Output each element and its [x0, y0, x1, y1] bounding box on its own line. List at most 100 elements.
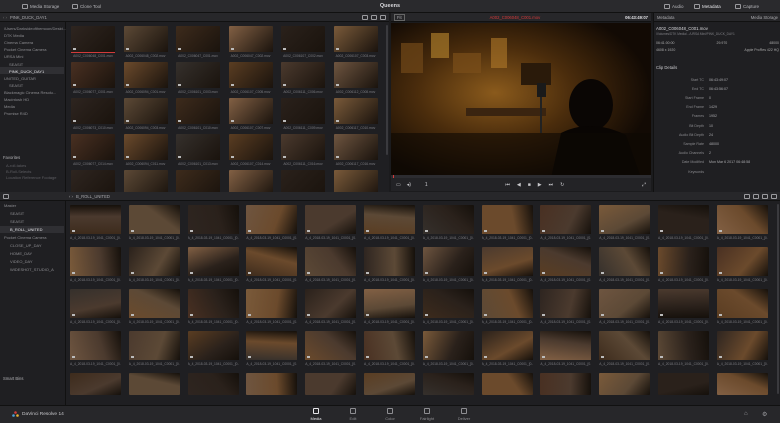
- clip-thumbnail[interactable]: A_4_2018-03-19_1041_C0001_[0...: [658, 247, 709, 282]
- clip-thumbnail[interactable]: A002_C006048_C001.mov: [71, 26, 115, 58]
- storage-tree-item[interactable]: SEASIT: [9, 62, 23, 67]
- favorites-item[interactable]: A-roll-takes: [6, 163, 26, 168]
- clip-thumbnail[interactable]: A_4_2018-03-19_1041_C0001_[0...: [422, 247, 474, 282]
- clip-thumbnail[interactable]: A_4_2018-03-19_1041_C0001_[0...: [128, 247, 180, 282]
- clip-thumbnail[interactable]: A002_C006107_C007.mov: [228, 98, 273, 130]
- clip-thumbnail[interactable]: A_4_2018-03-19_1041_C0001_[0...: [305, 247, 357, 282]
- metadata-value[interactable]: 06:43:49:07: [709, 78, 728, 82]
- capture-toggle[interactable]: Capture: [735, 3, 759, 10]
- clip-thumbnail[interactable]: A_4_2018-03-19_1041_C0001_[0...: [481, 205, 533, 240]
- clip-thumbnail[interactable]: [246, 373, 298, 395]
- clip-thumbnail[interactable]: A002_C006107_C003.mov: [333, 26, 378, 58]
- metadata-value[interactable]: 1952: [709, 114, 717, 118]
- page-tab-edit[interactable]: Edit: [341, 408, 365, 421]
- grid-view-icon[interactable]: [744, 193, 750, 199]
- clip-thumbnail[interactable]: [658, 373, 709, 395]
- clip-thumbnail[interactable]: [599, 373, 651, 395]
- clip-thumbnail[interactable]: A_4_2018-03-19_1041_C0001_[0...: [70, 247, 121, 282]
- play-icon[interactable]: ▶: [538, 182, 542, 188]
- go-to-start-icon[interactable]: ⏮: [505, 182, 510, 188]
- bin-tree-item[interactable]: VIDEO_DAY: [10, 259, 33, 264]
- clip-thumbnail[interactable]: A_4_2018-03-19_1041_C0001_[0...: [305, 331, 357, 366]
- clip-thumbnail[interactable]: A_4_2018-03-19_1041_C0001_[0...: [540, 205, 592, 240]
- bin-list-icon[interactable]: [3, 193, 9, 199]
- back-arrow-icon[interactable]: ‹ ›: [3, 15, 7, 20]
- metadata-value[interactable]: 06:43:56:07: [709, 87, 728, 91]
- clip-thumbnail[interactable]: A_4_2018-03-19_1041_C0001_[0...: [599, 289, 651, 324]
- clip-thumbnail[interactable]: A002_C006047_C002.mov: [228, 26, 273, 58]
- clip-thumbnail[interactable]: A_4_2018-03-19_1041_C0001_[0...: [246, 331, 298, 366]
- clip-thumbnail[interactable]: A002_C006094_C011.mov: [123, 134, 168, 166]
- storage-tree-item[interactable]: Media: [4, 104, 15, 109]
- clip-thumbnail[interactable]: A_4_2018-03-19_1041_C0001_[0...: [599, 331, 651, 366]
- metadata-storage-label[interactable]: Media Storage: [751, 15, 778, 20]
- audio-volume-icon[interactable]: ◂): [407, 182, 411, 188]
- metadata-value[interactable]: Mon Mar 6 2017 06:48:58: [709, 160, 750, 164]
- viewer-zoom[interactable]: Fit: [394, 13, 405, 21]
- clip-thumbnail[interactable]: A002_C006111_C006.mov: [281, 62, 325, 94]
- clip-thumbnail[interactable]: A_4_2018-03-19_1041_C0001_[0...: [422, 331, 474, 366]
- clip-thumbnail[interactable]: A_4_2018-03-19_1041_C0001_[0...: [246, 205, 298, 240]
- clip-thumbnail[interactable]: A_4_2018-03-19_1041_C0001_[0...: [70, 205, 121, 240]
- clip-grid-scrollbar[interactable]: [386, 25, 388, 155]
- stop-icon[interactable]: ■: [528, 182, 531, 188]
- metadata-value[interactable]: 2: [709, 151, 711, 155]
- clip-thumbnail[interactable]: A_4_2018-03-19_1041_C0001_[0...: [128, 331, 180, 366]
- bin-tree-item[interactable]: HOME_DAY: [10, 251, 32, 256]
- clip-thumbnail[interactable]: A002_C006077_C001.mov: [71, 62, 115, 94]
- clip-thumbnail[interactable]: A002_C006107_C002.mov: [281, 26, 325, 58]
- search-icon[interactable]: [771, 193, 777, 199]
- storage-tree-item[interactable]: URSA Mini: [4, 54, 23, 59]
- clip-thumbnail[interactable]: A_4_2018-03-19_1041_C0001_[0...: [305, 289, 357, 324]
- clip-thumbnail[interactable]: [364, 373, 415, 395]
- clip-thumbnail[interactable]: A_4_2018-03-19_1041_C0001_[0...: [422, 289, 474, 324]
- page-tab-fairlight[interactable]: Fairlight: [415, 408, 439, 421]
- clip-thumbnail[interactable]: [128, 373, 180, 395]
- grid-view-icon[interactable]: [362, 14, 368, 20]
- sort-icon[interactable]: [762, 193, 768, 199]
- settings-gear-icon[interactable]: ⚙: [762, 411, 767, 418]
- storage-tree-item[interactable]: DTK Media: [4, 33, 24, 38]
- metadata-value[interactable]: 10: [709, 124, 713, 128]
- clip-thumbnail[interactable]: A002_C006101_C003.mov: [176, 62, 220, 94]
- clip-thumbnail[interactable]: A002_C006048_C002.mov: [123, 26, 168, 58]
- clip-thumbnail[interactable]: A_4_2018-03-19_1041_C0001_[0...: [481, 247, 533, 282]
- metadata-value[interactable]: 1429: [709, 105, 717, 109]
- bin-tree-item[interactable]: WIDESHOT_STUDIO_A: [10, 267, 54, 272]
- clip-thumbnail[interactable]: [540, 373, 592, 395]
- storage-tree-item[interactable]: Promise R4D: [4, 111, 28, 116]
- clip-thumbnail[interactable]: [422, 373, 474, 395]
- clip-thumbnail[interactable]: A_4_2018-03-19_1041_C0001_[0...: [658, 331, 709, 366]
- list-view-icon[interactable]: [371, 14, 377, 20]
- clip-thumbnail[interactable]: A002_C006073_C010.mov: [71, 98, 115, 130]
- clip-thumbnail[interactable]: A_4_2018-03-19_1041_C0001_[0...: [187, 247, 239, 282]
- clip-thumbnail[interactable]: A_4_2018-03-19_1041_C0001_[0...: [540, 289, 592, 324]
- bin-tree-item[interactable]: Pocket Cinema Camera: [4, 235, 46, 240]
- clip-thumbnail[interactable]: A_4_2018-03-19_1041_C0001_[0...: [716, 205, 768, 240]
- clip-thumbnail[interactable]: A002_C006101_C010.mov: [176, 98, 220, 130]
- fullscreen-icon[interactable]: ⤢: [642, 182, 646, 188]
- storage-tree-item[interactable]: /Users/Darksideofthemoon/Deskt...: [4, 26, 66, 31]
- clip-thumbnail[interactable]: A_4_2018-03-19_1041_C0001_[0...: [540, 331, 592, 366]
- clip-thumbnail[interactable]: A002_C006111_C016.mov: [281, 134, 325, 166]
- clip-thumbnail[interactable]: A_4_2018-03-19_1041_C0001_[0...: [364, 289, 415, 324]
- favorites-item[interactable]: B-Roll-Selects: [6, 169, 31, 174]
- clip-thumbnail[interactable]: A002_C006112_C008.mov: [333, 62, 378, 94]
- clip-thumbnail[interactable]: A_4_2018-03-19_1041_C0001_[0...: [246, 289, 298, 324]
- clip-thumbnail[interactable]: A002_C006077_C014.mov: [71, 134, 115, 166]
- clip-thumbnail[interactable]: A_4_2018-03-19_1041_C0001_[0...: [658, 205, 709, 240]
- clip-thumbnail[interactable]: A_4_2018-03-19_1041_C0001_[0...: [70, 331, 121, 366]
- storage-tree-item[interactable]: SEASIT: [9, 83, 23, 88]
- clip-thumbnail[interactable]: A_4_2018-03-19_1041_C0001_[0...: [187, 205, 239, 240]
- clip-thumbnail[interactable]: A002_C006107_C005.mov: [228, 62, 273, 94]
- bin-tree-item[interactable]: B_ROLL_UNITED: [10, 227, 42, 232]
- clip-thumbnail[interactable]: A_4_2018-03-19_1041_C0001_[0...: [246, 247, 298, 282]
- storage-tree-item[interactable]: Cinema Camera: [4, 40, 33, 45]
- bin-tree-item[interactable]: CLOSE_UP_DAY: [10, 243, 42, 248]
- go-to-end-icon[interactable]: ⏭: [549, 182, 554, 188]
- clip-thumbnail[interactable]: A_4_2018-03-19_1041_C0001_[0...: [187, 289, 239, 324]
- clip-thumbnail[interactable]: A_4_2018-03-19_1041_C0001_[0...: [364, 247, 415, 282]
- clip-thumbnail[interactable]: A002_C006117_C016.mov: [333, 134, 378, 166]
- clip-thumbnail[interactable]: A_4_2018-03-19_1041_C0001_[0...: [599, 205, 651, 240]
- play-reverse-icon[interactable]: ◀: [517, 182, 521, 188]
